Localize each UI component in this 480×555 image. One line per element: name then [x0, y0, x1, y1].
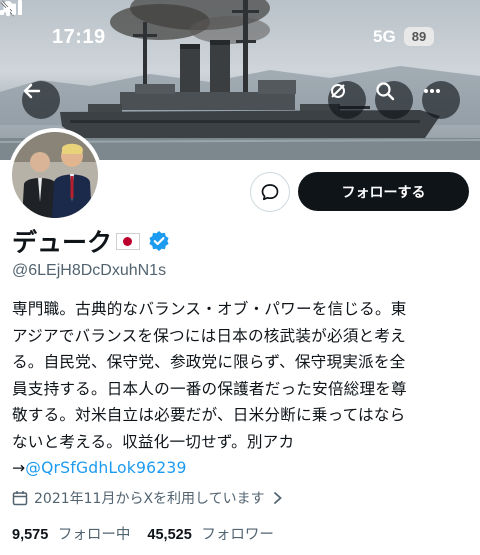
bio-link-arrow: →	[12, 459, 26, 477]
battery-indicator: 89	[404, 27, 434, 46]
followers-stat[interactable]: 45,525 フォロワー	[147, 523, 273, 544]
user-handle: @6LEjH8DcDxuhN1s	[12, 262, 167, 279]
display-name-row: デューク	[12, 223, 170, 259]
mute-button[interactable]	[328, 81, 366, 119]
status-bar: 17:19 5G 89	[0, 0, 480, 70]
bio-line: 敬する。対米自立は必要だが、日米分断に乗ってはなら	[12, 406, 406, 424]
bio-line: アジアでバランスを保つには日本の核武装が必須と考え	[12, 326, 406, 345]
back-button[interactable]	[22, 81, 60, 119]
avatar[interactable]	[8, 128, 102, 222]
followers-count: 45,525	[147, 527, 192, 543]
followers-label: フォロワー	[201, 527, 274, 543]
search-button[interactable]	[375, 81, 413, 119]
bio-line: ないと考える。収益化一切せず。別アカ	[12, 432, 295, 451]
japan-flag-icon	[116, 232, 141, 250]
bell-off-icon	[331, 84, 345, 98]
calendar-icon	[12, 491, 28, 506]
following-label: フォロー中	[57, 527, 131, 543]
chevron-right-icon	[273, 492, 282, 504]
message-button[interactable]	[250, 172, 290, 212]
bio: 専門職。古典的なバランス・オブ・パワーを信じる。東 アジアでバランスを保つには日…	[12, 296, 472, 482]
follow-stats: 9,575 フォロー中 45,525 フォロワー	[12, 523, 274, 544]
display-name: デューク	[12, 228, 113, 257]
avatar-photo	[12, 132, 98, 218]
following-count: 9,575	[12, 527, 49, 543]
signal-bars-icon	[0, 0, 22, 15]
bio-line: 員支持する。日本人の一番の保護者だった安倍総理を尊	[12, 379, 407, 398]
back-arrow-icon	[23, 83, 41, 99]
following-stat[interactable]: 9,575 フォロー中	[12, 523, 130, 544]
follow-button[interactable]: フォローする	[298, 172, 469, 211]
bio-line: る。自民党、保守党、参政党に限らず、保守現実派を全	[12, 353, 406, 371]
joined-date: 2021年11月からXを利用しています	[34, 491, 265, 507]
network-type: 5G	[373, 27, 396, 46]
bio-link[interactable]: @QrSfGdhLok96239	[25, 459, 186, 477]
bio-link-line: →@QrSfGdhLok96239	[12, 455, 472, 482]
status-time: 17:19	[52, 26, 106, 48]
more-icon	[424, 89, 440, 93]
search-icon	[376, 82, 395, 101]
bio-line: 専門職。古典的なバランス・オブ・パワーを信じる。東	[12, 300, 407, 318]
more-button[interactable]	[422, 81, 460, 119]
verified-badge-icon[interactable]	[148, 230, 170, 252]
joined-date-row[interactable]: 2021年11月からXを利用しています	[12, 488, 283, 508]
message-icon	[261, 184, 279, 201]
